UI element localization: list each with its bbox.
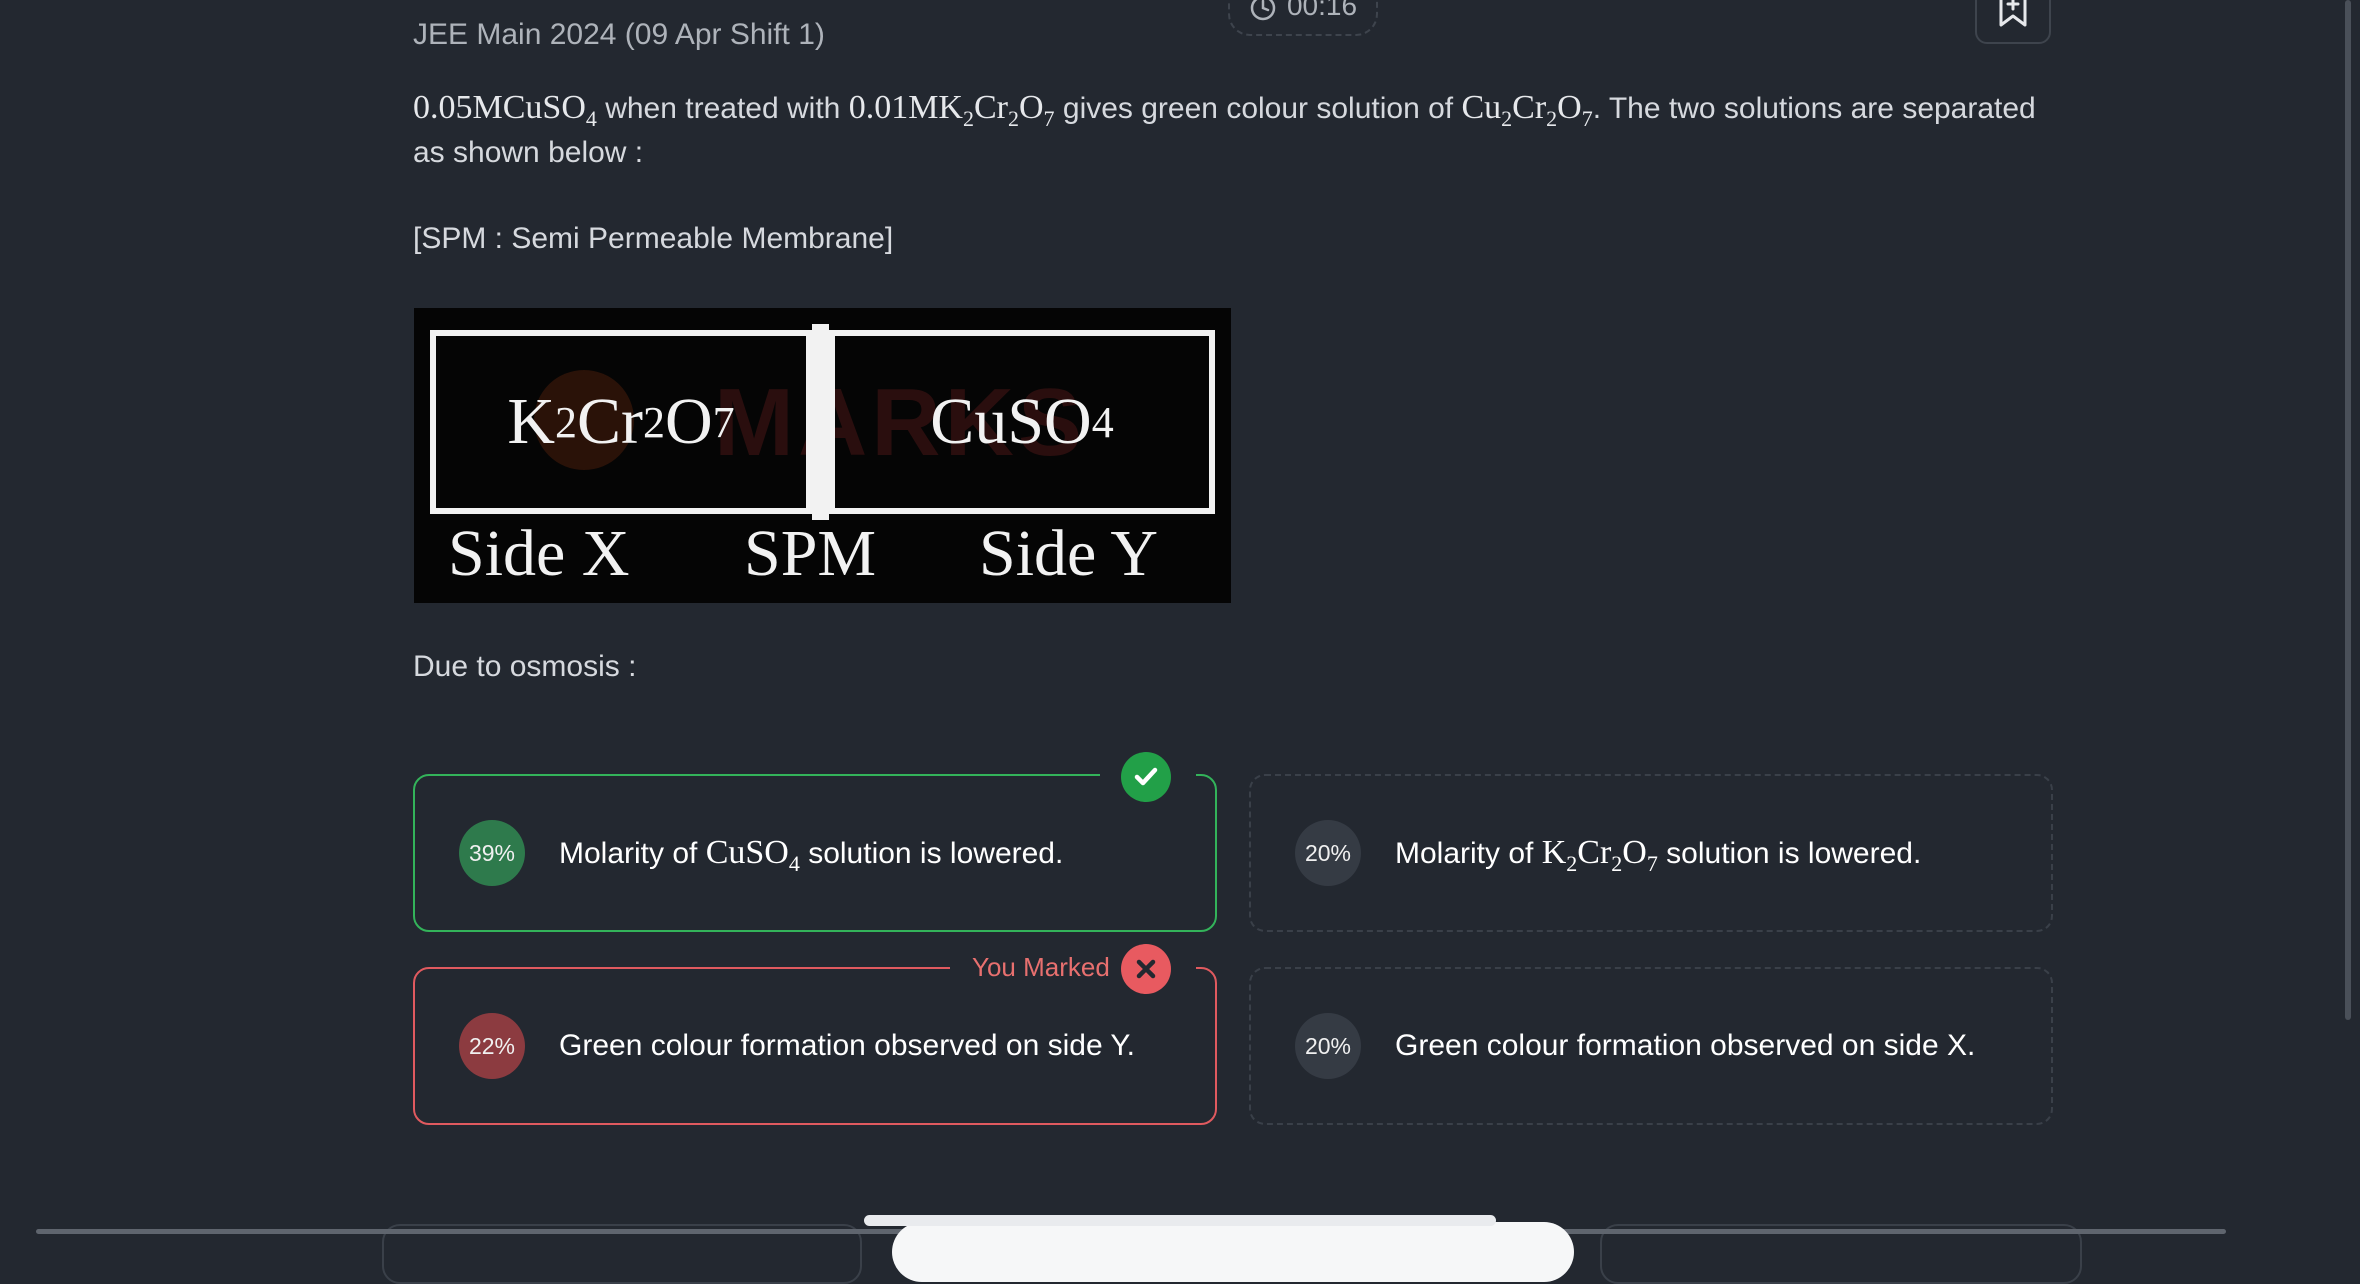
side-x-label: Side X bbox=[448, 517, 630, 590]
option-b-percent: 20% bbox=[1295, 820, 1361, 886]
osmosis-prompt: Due to osmosis : bbox=[413, 650, 637, 683]
bottom-action-pill[interactable] bbox=[892, 1222, 1574, 1282]
bookmark-plus-icon bbox=[1997, 0, 2029, 32]
option-c[interactable]: 22% Green colour formation observed on s… bbox=[413, 967, 1217, 1125]
option-a-percent: 39% bbox=[459, 820, 525, 886]
timer: 00:16 bbox=[1228, 0, 1378, 36]
wrong-cross-icon bbox=[1121, 944, 1171, 994]
formula-k2cr2o7-conc: 0.01MK2Cr2O7 bbox=[848, 89, 1055, 131]
bookmark-button[interactable] bbox=[1975, 0, 2051, 44]
osmosis-diagram: MARKS K 2 Cr 2 O 7 CuSO 4 Side X SPM Side Y bbox=[414, 308, 1231, 603]
option-d[interactable]: 20% Green colour formation observed on s… bbox=[1249, 967, 2053, 1125]
progress-bar bbox=[864, 1215, 1496, 1226]
option-a[interactable]: 39% Molarity of CuSO4 solution is lowere… bbox=[413, 774, 1217, 932]
option-c-text: Green colour formation observed on side … bbox=[559, 1029, 1135, 1062]
formula-cu2cr2o7: Cu2Cr2O7 bbox=[1461, 89, 1593, 131]
side-y-box: CuSO 4 bbox=[829, 330, 1215, 514]
option-d-text: Green colour formation observed on side … bbox=[1395, 1029, 1976, 1062]
you-marked-label: You Marked bbox=[972, 952, 1110, 983]
timer-value: 00:16 bbox=[1286, 0, 1358, 21]
exam-label: JEE Main 2024 (09 Apr Shift 1) bbox=[413, 18, 825, 51]
side-x-box: K 2 Cr 2 O 7 bbox=[430, 330, 812, 514]
clock-icon bbox=[1249, 0, 1277, 22]
option-a-text: Molarity of CuSO4 solution is lowered. bbox=[559, 834, 1064, 876]
option-d-percent: 20% bbox=[1295, 1013, 1361, 1079]
formula-cuso4-conc: 0.05MCuSO4 bbox=[413, 89, 597, 131]
vertical-scrollbar[interactable] bbox=[2345, 0, 2351, 1020]
correct-check-icon bbox=[1121, 752, 1171, 802]
option-b[interactable]: 20% Molarity of K2Cr2O7 solution is lowe… bbox=[1249, 774, 2053, 932]
semi-permeable-membrane bbox=[812, 324, 829, 520]
spm-note: [SPM : Semi Permeable Membrane] bbox=[413, 222, 894, 255]
question-text: 0.05MCuSO4 when treated with 0.01MK2Cr2O… bbox=[413, 89, 2036, 169]
spm-label: SPM bbox=[744, 517, 877, 590]
option-b-text: Molarity of K2Cr2O7 solution is lowered. bbox=[1395, 834, 1922, 876]
side-y-label: Side Y bbox=[979, 517, 1159, 590]
option-c-percent: 22% bbox=[459, 1013, 525, 1079]
